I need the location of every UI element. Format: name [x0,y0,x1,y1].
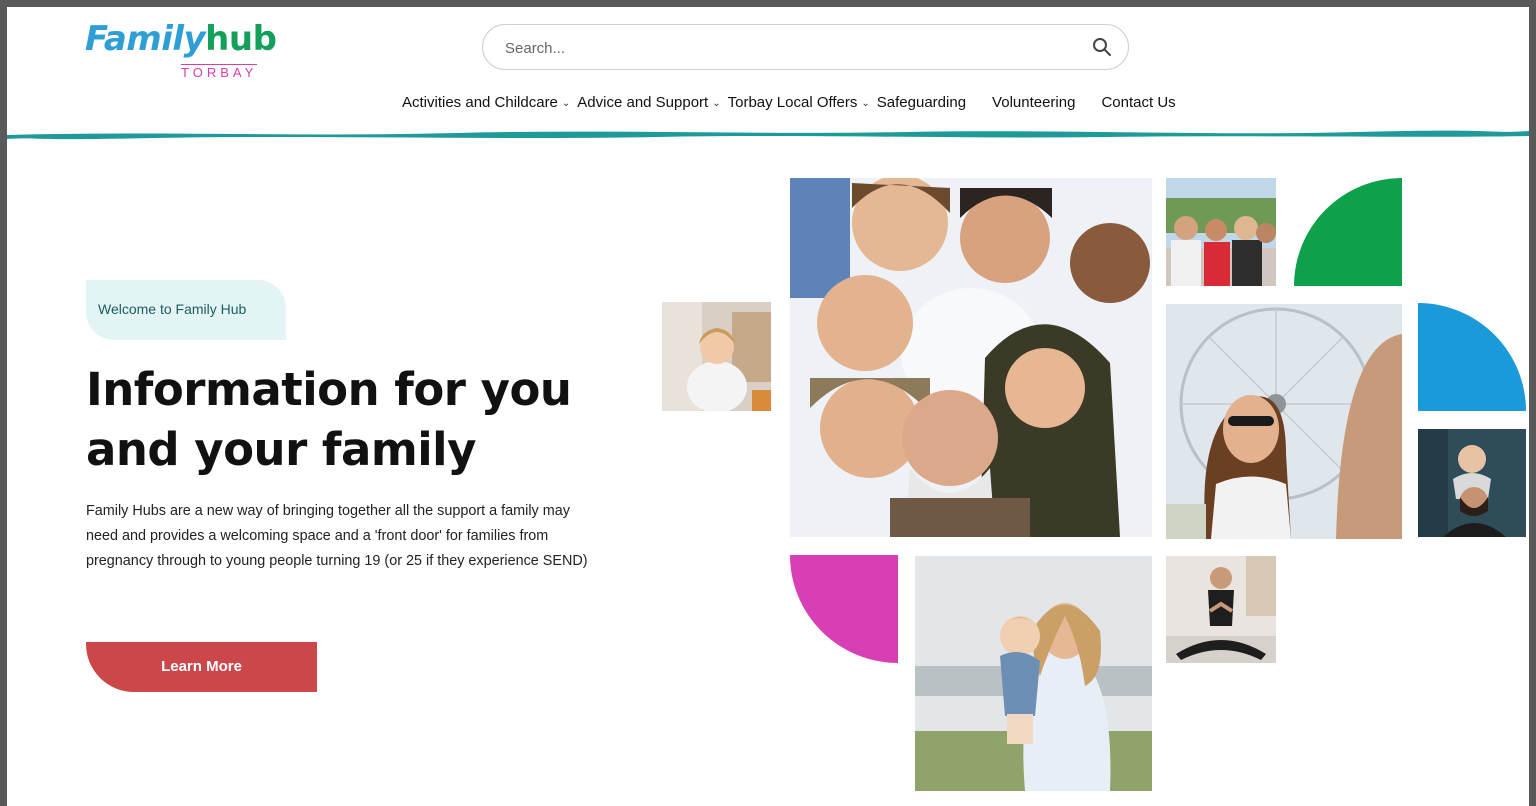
decorative-magenta-shape [790,555,898,663]
page-title-line-1: Information for you [86,363,572,416]
learn-more-button[interactable]: Learn More [86,642,317,692]
search-bar [482,24,1129,70]
nav-item-label: Torbay Local Offers [727,93,858,111]
nav-item-torbay-local-offers[interactable]: Torbay Local Offers ⌄ [728,94,870,111]
search-icon[interactable] [1092,37,1112,57]
photo-woman-ferris-wheel [1166,304,1402,539]
nav-item-contact-us[interactable]: Contact Us [1101,94,1175,111]
header-brush-divider [7,130,1529,140]
nav-item-label: Contact Us [1101,93,1176,111]
chevron-down-icon: ⌄ [561,97,571,109]
nav-item-safeguarding[interactable]: Safeguarding [877,94,966,111]
decorative-green-shape [1294,178,1402,286]
family-hub-logo[interactable]: Familyhub TORBAY [85,19,277,83]
welcome-badge-text: Welcome to Family Hub [98,301,247,317]
browser-viewport: Familyhub TORBAY Activities and Childcar… [7,7,1529,806]
hero-description: Family Hubs are a new way of bringing to… [86,503,588,569]
page-title: Information for you and your family [86,360,646,480]
nav-item-advice-and-support[interactable]: Advice and Support ⌄ [577,94,720,111]
logo-torbay-text: TORBAY [181,64,258,80]
nav-item-label: Volunteering [992,93,1076,111]
nav-item-label: Activities and Childcare [402,93,558,111]
photo-teen-friends [1166,178,1276,286]
nav-item-volunteering[interactable]: Volunteering [992,94,1075,111]
decorative-blue-shape [1418,303,1526,411]
photo-mother-baby [915,556,1152,791]
search-input[interactable] [503,36,1067,60]
photo-group-circle [790,178,1152,537]
logo-hub-text: hub [205,19,277,59]
logo-wordmark: Familyhub [85,19,277,59]
photo-father-child [1418,429,1526,537]
photo-yoga-woman [1166,556,1276,663]
nav-item-label: Advice and Support [577,93,709,111]
photo-toddler [662,302,771,411]
logo-family-text: Family [85,19,206,59]
chevron-down-icon: ⌄ [861,97,870,109]
page-title-line-2: and your family [86,423,476,476]
chevron-down-icon: ⌄ [712,97,721,109]
nav-item-label: Safeguarding [876,93,967,111]
nav-item-activities-and-childcare[interactable]: Activities and Childcare ⌄ [402,94,570,111]
main-navigation: Activities and Childcare ⌄ Advice and Su… [402,91,1176,113]
welcome-badge: Welcome to Family Hub [86,280,286,340]
